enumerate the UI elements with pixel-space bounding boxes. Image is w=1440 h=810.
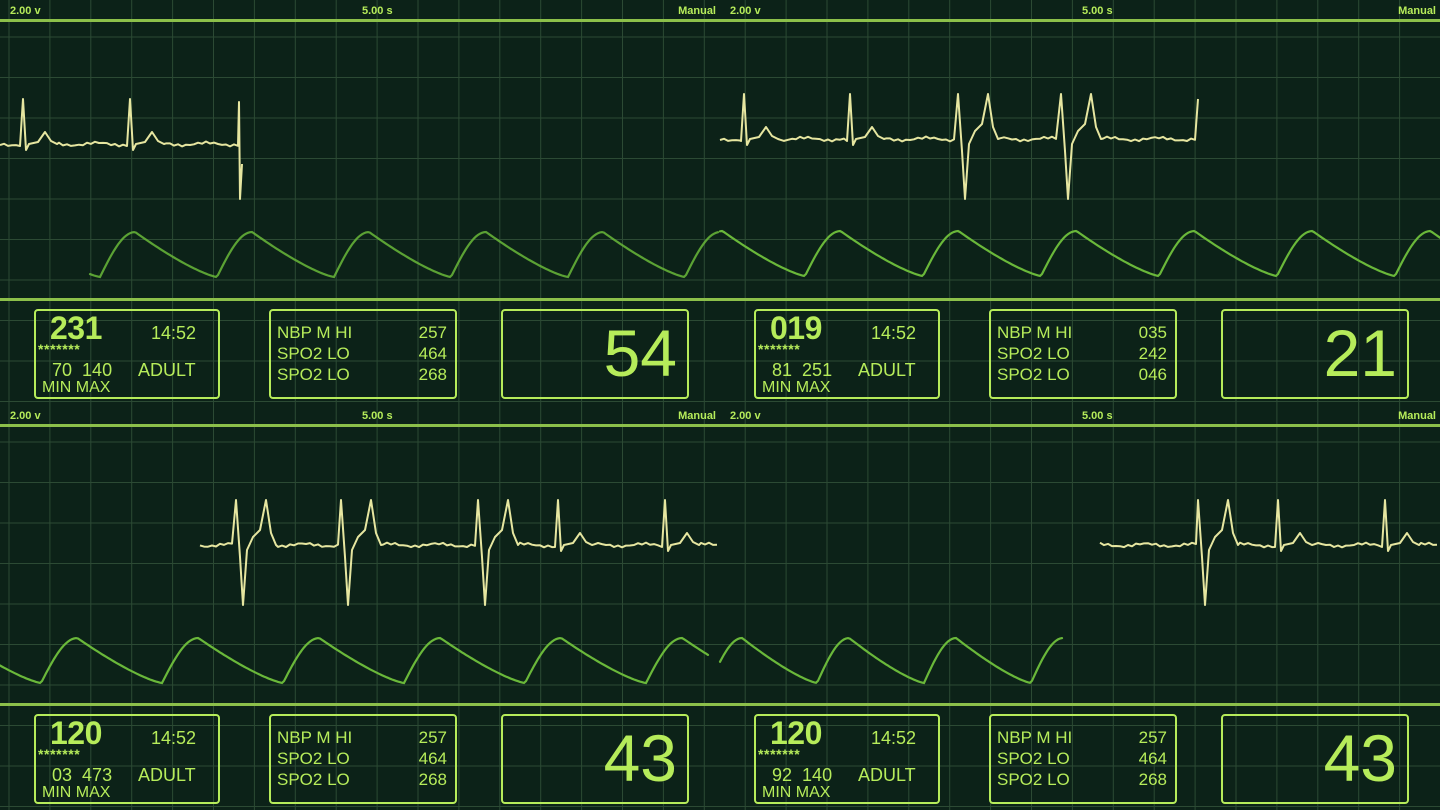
alarm-limits-panel: NBP M HI 257 SPO2 LO 464 SPO2 LO 268	[269, 714, 457, 804]
max-value: 140	[802, 765, 833, 785]
ecg-trace	[0, 98, 243, 200]
vitals-panel: 120 14:52 ******* 92 140 ADULT MIN MAX	[754, 714, 940, 804]
min-value: 70	[52, 360, 73, 380]
min-max-values: 92 140	[772, 765, 832, 786]
alarm-label: SPO2 LO	[277, 749, 350, 768]
pleth-trace	[718, 229, 1440, 278]
min-max-values: 70 140	[52, 360, 112, 381]
ecg-trace	[1099, 499, 1438, 606]
monitor-pane-4: 2.00 v 5.00 s Manual 120 14:52 ******* 9…	[718, 405, 1440, 810]
alarm-label: NBP M HI	[277, 323, 353, 342]
alarm-label: SPO2 LO	[997, 365, 1070, 384]
ecg-trace	[719, 93, 1199, 200]
alarm-limits-panel: NBP M HI 257 SPO2 LO 464 SPO2 LO 268	[269, 309, 457, 399]
alarm-label: NBP M HI	[997, 728, 1073, 747]
vitals-panel: 120 14:52 ******* 03 473 ADULT MIN MAX	[34, 714, 220, 804]
signal-quality-stars: *******	[758, 746, 801, 762]
ecg-trace	[199, 499, 718, 606]
monitor-pane-2: 2.00 v 5.00 s Manual 019 14:52 ******* 8…	[718, 0, 1440, 405]
min-max-label: MIN MAX	[42, 784, 111, 801]
vitals-panel: 231 14:52 ******* 70 140 ADULT MIN MAX	[34, 309, 220, 399]
signal-quality-stars: *******	[38, 341, 81, 357]
alarm-value: 242	[1138, 344, 1167, 363]
footer-divider	[720, 703, 1440, 706]
alarm-label: SPO2 LO	[277, 770, 350, 789]
alarm-label: SPO2 LO	[997, 749, 1070, 768]
pleth-trace	[88, 230, 720, 279]
pleth-trace	[0, 636, 710, 685]
rate-panel: 54	[501, 309, 689, 399]
alarm-limits-panel: NBP M HI 035 SPO2 LO 242 SPO2 LO 046	[989, 309, 1177, 399]
min-max-label: MIN MAX	[762, 379, 831, 396]
max-value: 140	[82, 360, 113, 380]
alarm-value: 257	[418, 323, 447, 342]
clock-time: 14:52	[151, 323, 197, 343]
rate-panel: 43	[501, 714, 689, 804]
min-max-label: MIN MAX	[762, 784, 831, 801]
alarm-value: 257	[418, 728, 447, 747]
alarm-value: 464	[418, 344, 447, 363]
patient-type: ADULT	[138, 765, 196, 785]
clock-time: 14:52	[871, 728, 917, 748]
alarm-value: 046	[1138, 365, 1167, 384]
rate-value: 21	[1323, 316, 1397, 390]
rate-panel: 21	[1221, 309, 1409, 399]
footer-divider	[0, 298, 720, 301]
max-value: 473	[82, 765, 113, 785]
min-value: 92	[772, 765, 793, 785]
alarm-label: SPO2 LO	[277, 344, 350, 363]
alarm-limits-panel: NBP M HI 257 SPO2 LO 464 SPO2 LO 268	[989, 714, 1177, 804]
alarm-label: SPO2 LO	[997, 770, 1070, 789]
alarm-value: 268	[418, 770, 447, 789]
clock-time: 14:52	[871, 323, 917, 343]
alarm-value: 464	[418, 749, 447, 768]
rate-value: 43	[1323, 721, 1397, 795]
patient-type: ADULT	[138, 360, 196, 380]
signal-quality-stars: *******	[758, 341, 801, 357]
rate-panel: 43	[1221, 714, 1409, 804]
alarm-label: NBP M HI	[277, 728, 353, 747]
alarm-label: SPO2 LO	[997, 344, 1070, 363]
alarm-value: 464	[1138, 749, 1167, 768]
footer-divider	[0, 703, 720, 706]
monitor-pane-3: 2.00 v 5.00 s Manual 120 14:52 ******* 0…	[0, 405, 720, 810]
alarm-value: 268	[1138, 770, 1167, 789]
clock-time: 14:52	[151, 728, 197, 748]
max-value: 251	[802, 360, 833, 380]
min-max-values: 03 473	[52, 765, 112, 786]
vitals-panel: 019 14:52 ******* 81 251 ADULT MIN MAX	[754, 309, 940, 399]
rate-value: 43	[603, 721, 677, 795]
patient-type: ADULT	[858, 360, 916, 380]
patient-type: ADULT	[858, 765, 916, 785]
min-max-values: 81 251	[772, 360, 832, 381]
rate-value: 54	[603, 316, 677, 390]
min-value: 81	[772, 360, 793, 380]
pleth-trace	[718, 636, 1064, 685]
alarm-value: 035	[1138, 323, 1167, 342]
alarm-value: 268	[418, 365, 447, 384]
alarm-label: NBP M HI	[997, 323, 1073, 342]
footer-divider	[720, 298, 1440, 301]
signal-quality-stars: *******	[38, 746, 81, 762]
alarm-label: SPO2 LO	[277, 365, 350, 384]
alarm-value: 257	[1138, 728, 1167, 747]
min-max-label: MIN MAX	[42, 379, 111, 396]
monitor-pane-1: 2.00 v 5.00 s Manual 231 14:52 ******* 7…	[0, 0, 720, 405]
min-value: 03	[52, 765, 73, 785]
